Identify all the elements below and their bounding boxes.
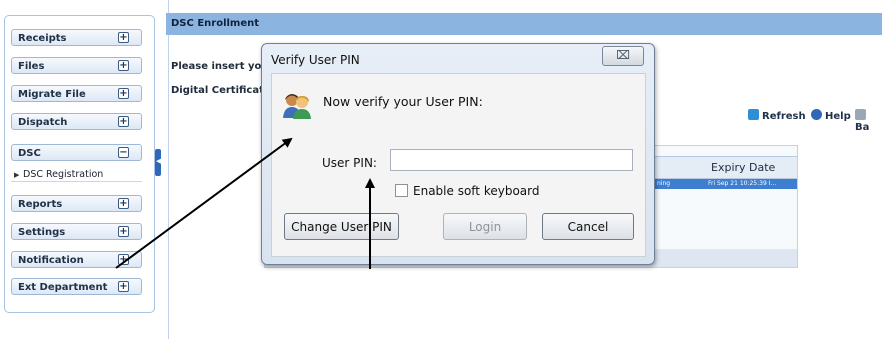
menu-item-ext-department[interactable]: Ext Department + bbox=[11, 278, 142, 295]
expiry-cell: Fri Sep 21 10:25:39 I... bbox=[708, 180, 777, 187]
help-button[interactable]: Help bbox=[811, 109, 851, 122]
menu-label: Files bbox=[18, 61, 45, 72]
dialog-title: Verify User PIN bbox=[271, 53, 360, 67]
menu-label: Reports bbox=[18, 199, 63, 210]
menu-label: DSC bbox=[18, 148, 41, 159]
user-pin-input[interactable] bbox=[390, 149, 633, 171]
prompt-text: Now verify your User PIN: bbox=[323, 94, 483, 109]
expand-icon[interactable]: + bbox=[118, 116, 129, 127]
bullet-arrow-icon: ▶ bbox=[14, 171, 20, 179]
pin-label: User PIN: bbox=[322, 156, 377, 170]
expand-icon[interactable]: + bbox=[118, 32, 129, 43]
menu-item-settings[interactable]: Settings + bbox=[11, 223, 142, 240]
panel-divider bbox=[168, 0, 169, 339]
page-title: DSC Enrollment bbox=[166, 13, 882, 35]
login-button[interactable]: Login bbox=[443, 213, 527, 240]
menu-label: Settings bbox=[18, 227, 66, 238]
menu-label: Migrate File bbox=[18, 89, 86, 100]
back-button[interactable]: Ba bbox=[855, 109, 882, 133]
column-expiry-date[interactable]: Expiry Date bbox=[711, 161, 775, 174]
menu-item-dispatch[interactable]: Dispatch + bbox=[11, 113, 142, 130]
menu-label: Receipts bbox=[18, 33, 67, 44]
certificate-label: Digital Certificate bbox=[171, 85, 271, 96]
soft-keyboard-label[interactable]: Enable soft keyboard bbox=[413, 184, 539, 198]
back-label: Ba bbox=[855, 122, 870, 133]
close-button[interactable]: ⌧ bbox=[602, 46, 644, 66]
expand-icon[interactable]: + bbox=[118, 254, 129, 265]
menu-label: Ext Department bbox=[18, 282, 108, 293]
expand-icon[interactable]: + bbox=[118, 198, 129, 209]
expand-icon[interactable]: + bbox=[118, 88, 129, 99]
sidebar-collapse-handle[interactable]: ◀ bbox=[155, 149, 161, 176]
refresh-label: Refresh bbox=[762, 111, 806, 122]
help-label: Help bbox=[825, 111, 851, 122]
menu-item-dsc[interactable]: DSC − bbox=[11, 144, 142, 161]
menu-item-reports[interactable]: Reports + bbox=[11, 195, 142, 212]
menu-item-files[interactable]: Files + bbox=[11, 57, 142, 74]
dialog-body: Now verify your User PIN: User PIN: Enab… bbox=[271, 73, 646, 257]
change-user-pin-button[interactable]: Change User PIN bbox=[284, 213, 399, 240]
refresh-icon bbox=[748, 109, 759, 120]
sidebar: Receipts + Files + Migrate File + Dispat… bbox=[4, 15, 155, 313]
expand-icon[interactable]: + bbox=[118, 60, 129, 71]
status-cell: ning bbox=[657, 180, 671, 187]
menu-item-migrate-file[interactable]: Migrate File + bbox=[11, 85, 142, 102]
verify-pin-dialog: Verify User PIN ⌧ Now verify your User P… bbox=[261, 43, 655, 265]
menu-label: Dispatch bbox=[18, 117, 68, 128]
users-icon bbox=[283, 94, 311, 119]
back-icon bbox=[855, 109, 866, 120]
cancel-button[interactable]: Cancel bbox=[542, 213, 634, 240]
instruction-text: Please insert you bbox=[171, 61, 269, 72]
sidebar-item-dsc-registration[interactable]: ▶ DSC Registration bbox=[11, 168, 142, 182]
soft-keyboard-checkbox[interactable] bbox=[395, 184, 408, 197]
menu-item-receipts[interactable]: Receipts + bbox=[11, 29, 142, 46]
menu-item-notification[interactable]: Notification + bbox=[11, 251, 142, 268]
collapse-icon[interactable]: − bbox=[118, 147, 129, 158]
sub-item-label: DSC Registration bbox=[23, 169, 104, 180]
refresh-button[interactable]: Refresh bbox=[748, 109, 806, 122]
menu-label: Notification bbox=[18, 255, 84, 266]
help-icon bbox=[811, 109, 822, 120]
collapse-arrow-icon: ◀ bbox=[156, 157, 162, 165]
expand-icon[interactable]: + bbox=[118, 226, 129, 237]
expand-icon[interactable]: + bbox=[118, 281, 129, 292]
